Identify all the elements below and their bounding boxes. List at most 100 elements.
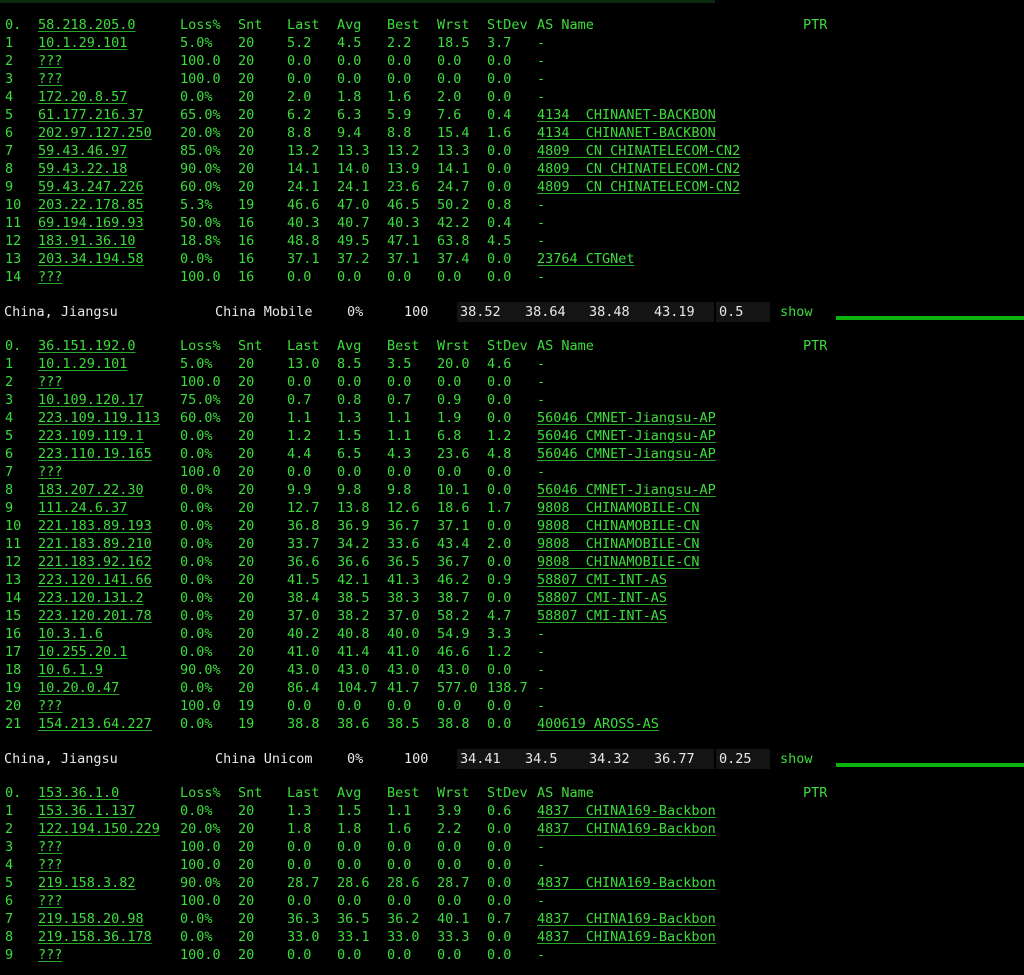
hop-host[interactable]: ??? (38, 463, 62, 481)
hop-host[interactable]: 61.177.216.37 (38, 106, 144, 124)
hop-host[interactable]: 111.24.6.37 (38, 499, 127, 517)
origin-host-link[interactable]: 153.36.1.0 (38, 784, 119, 802)
hop-host[interactable]: 154.213.64.227 (38, 715, 152, 733)
hop-host[interactable]: 221.183.92.162 (38, 553, 152, 571)
hop-host[interactable]: 10.1.29.101 (38, 34, 127, 52)
hop-as-name[interactable]: 9808 CHINAMOBILE-CN (537, 517, 700, 535)
hop-host[interactable]: ??? (38, 946, 62, 964)
hop-host[interactable]: 223.120.201.78 (38, 607, 152, 625)
hop-host[interactable]: 219.158.20.98 (38, 910, 144, 928)
hop-row: 17 10.255.20.1 0.0% 20 41.0 41.4 41.0 46.6 1.2 - (0, 643, 1024, 661)
hop-host[interactable]: 172.20.8.57 (38, 88, 127, 106)
hop-snt: 20 (238, 107, 255, 123)
hop-best: 4.3 (387, 446, 412, 462)
hop-as-name[interactable]: 4837 CHINA169-Backbon (537, 874, 716, 892)
hop-as-name[interactable]: 4837 CHINA169-Backbon (537, 820, 716, 838)
hop-host[interactable]: ??? (38, 838, 62, 856)
hop-as-name: - (537, 356, 546, 372)
hop-host[interactable]: 10.6.1.9 (38, 661, 103, 679)
hop-wrst: 46.2 (437, 572, 470, 588)
hop-host[interactable]: 10.3.1.6 (38, 625, 103, 643)
hop-host[interactable]: 223.109.119.113 (38, 409, 160, 427)
hop-loss: 100.0 (180, 857, 221, 873)
hop-host[interactable]: 10.1.29.101 (38, 355, 127, 373)
hop-host[interactable]: 183.91.36.10 (38, 232, 136, 250)
hop-as-name[interactable]: 9808 CHINAMOBILE-CN (537, 535, 700, 553)
show-details-link[interactable]: show (780, 749, 813, 769)
hop-stdev: 0.0 (487, 821, 512, 837)
hop-loss: 0.0% (180, 482, 213, 498)
hop-host[interactable]: 202.97.127.250 (38, 124, 152, 142)
hop-host[interactable]: 69.194.169.93 (38, 214, 144, 232)
hop-host[interactable]: ??? (38, 70, 62, 88)
hop-best: 0.0 (387, 53, 412, 69)
hop-host[interactable]: 10.109.120.17 (38, 391, 144, 409)
hop-host[interactable]: 223.120.141.66 (38, 571, 152, 589)
hop-row: 13 223.120.141.66 0.0% 20 41.5 42.1 41.3 46.2 0.… (0, 571, 1024, 589)
hop-loss: 100.0 (180, 893, 221, 909)
hop-as-name[interactable]: 56046 CMNET-Jiangsu-AP (537, 481, 716, 499)
hop-host[interactable]: 10.20.0.47 (38, 679, 119, 697)
hop-host[interactable]: ??? (38, 268, 62, 286)
hop-last: 38.4 (287, 590, 320, 606)
hop-last: 1.3 (287, 803, 312, 819)
hop-as-name[interactable]: 58807 CMI-INT-AS (537, 607, 667, 625)
hop-index: 19 (5, 680, 22, 696)
hop-as-name[interactable]: 4134 CHINANET-BACKBON (537, 106, 716, 124)
hop-snt: 19 (238, 197, 255, 213)
hop-as-name[interactable]: 56046 CMNET-Jiangsu-AP (537, 427, 716, 445)
origin-host-link[interactable]: 58.218.205.0 (38, 16, 136, 34)
hop-host[interactable]: 10.255.20.1 (38, 643, 127, 661)
hop-host[interactable]: 59.43.46.97 (38, 142, 127, 160)
hop-as-name[interactable]: 4837 CHINA169-Backbon (537, 928, 716, 946)
hop-last: 5.2 (287, 35, 312, 51)
hop-host[interactable]: 153.36.1.137 (38, 802, 136, 820)
hop-host[interactable]: 59.43.247.226 (38, 178, 144, 196)
hop-loss: 0.0% (180, 716, 213, 732)
hop-as-name[interactable]: 56046 CMNET-Jiangsu-AP (537, 409, 716, 427)
hop-host[interactable]: 223.109.119.1 (38, 427, 144, 445)
hop-host[interactable]: 223.110.19.165 (38, 445, 152, 463)
hop-last: 41.5 (287, 572, 320, 588)
hop-as-name[interactable]: 400619 AROSS-AS (537, 715, 659, 733)
hop-host[interactable]: 219.158.36.178 (38, 928, 152, 946)
hop-host[interactable]: 219.158.3.82 (38, 874, 136, 892)
hop-as-name[interactable]: 4134 CHINANET-BACKBON (537, 124, 716, 142)
origin-host-link[interactable]: 36.151.192.0 (38, 337, 136, 355)
hop-row: 7??? 100.0 20 0.0 0.0 0.0 0.0 0.0 - (0, 463, 1024, 481)
hop-host[interactable]: 203.34.194.58 (38, 250, 144, 268)
hop-host[interactable]: ??? (38, 892, 62, 910)
hop-host[interactable]: 59.43.22.18 (38, 160, 127, 178)
hop-index: 8 (5, 161, 14, 177)
hop-as-name[interactable]: 58807 CMI-INT-AS (537, 589, 667, 607)
hop-host[interactable]: ??? (38, 697, 62, 715)
hop-host[interactable]: 223.120.131.2 (38, 589, 144, 607)
hop-avg: 104.7 (337, 680, 378, 696)
hop-stdev: 1.2 (487, 644, 512, 660)
hop-host[interactable]: ??? (38, 856, 62, 874)
hop-as-name[interactable]: 4837 CHINA169-Backbon (537, 910, 716, 928)
hop-as-name[interactable]: 4809 CN CHINATELECOM-CN2 (537, 178, 740, 196)
hop-host[interactable]: 122.194.150.229 (38, 820, 160, 838)
hop-stdev: 0.0 (487, 89, 512, 105)
hop-as-name[interactable]: 58807 CMI-INT-AS (537, 571, 667, 589)
hop-stdev: 0.0 (487, 857, 512, 873)
summary-wrst: 36.77 (654, 751, 695, 767)
hop-host[interactable]: 221.183.89.210 (38, 535, 152, 553)
hop-as-name[interactable]: 4809 CN CHINATELECOM-CN2 (537, 160, 740, 178)
hop-host[interactable]: ??? (38, 373, 62, 391)
hop-host[interactable]: 203.22.178.85 (38, 196, 144, 214)
hop-as-name[interactable]: 56046 CMNET-Jiangsu-AP (537, 445, 716, 463)
hop-host[interactable]: 183.207.22.30 (38, 481, 144, 499)
hop-snt: 20 (238, 947, 255, 963)
hop-as-name[interactable]: 9808 CHINAMOBILE-CN (537, 499, 700, 517)
hop-host[interactable]: 221.183.89.193 (38, 517, 152, 535)
hop-avg: 6.3 (337, 107, 362, 123)
hop-as-name[interactable]: 9808 CHINAMOBILE-CN (537, 553, 700, 571)
show-details-link[interactable]: show (780, 302, 813, 322)
hop-best: 38.3 (387, 590, 420, 606)
hop-as-name[interactable]: 4809 CN CHINATELECOM-CN2 (537, 142, 740, 160)
hop-as-name[interactable]: 4837 CHINA169-Backbon (537, 802, 716, 820)
hop-as-name[interactable]: 23764 CTGNet (537, 250, 635, 268)
hop-host[interactable]: ??? (38, 52, 62, 70)
